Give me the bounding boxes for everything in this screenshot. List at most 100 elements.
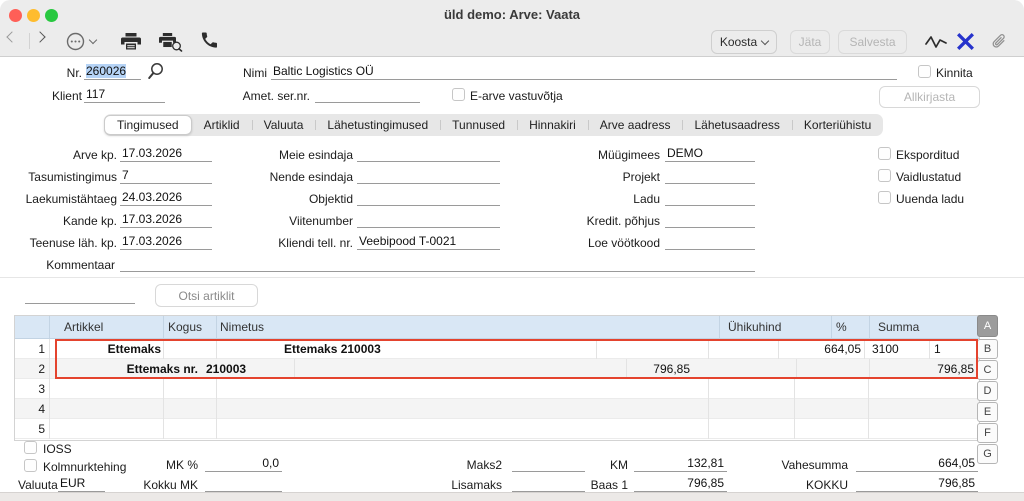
flip-tab-f[interactable]: F: [977, 423, 998, 443]
tab-lahetusaadress[interactable]: Lähetusaadress: [682, 115, 791, 135]
flip-tab-e[interactable]: E: [977, 402, 998, 422]
kommentaar-input[interactable]: [120, 256, 755, 272]
nav-back-button[interactable]: [8, 33, 16, 41]
article-search-input[interactable]: [25, 288, 135, 304]
flip-tab-b[interactable]: B: [977, 339, 998, 359]
tab-tingimused[interactable]: Tingimused: [104, 115, 192, 135]
projekt-label: Projekt: [540, 170, 660, 184]
arve-kp-input[interactable]: 17.03.2026: [120, 146, 212, 162]
tab-hinnakiri[interactable]: Hinnakiri: [517, 115, 588, 135]
ladu-label: Ladu: [540, 192, 660, 206]
salvesta-button[interactable]: Salvesta: [838, 30, 907, 54]
tasumistingimus-input[interactable]: 7: [120, 168, 212, 184]
tab-arve-aadress[interactable]: Arve aadress: [588, 115, 683, 135]
objektid-input[interactable]: [357, 190, 500, 206]
cell-percent[interactable]: 3100: [872, 339, 899, 359]
otsi-artiklit-button[interactable]: Otsi artiklit: [155, 284, 258, 307]
ioss-checkbox[interactable]: [24, 441, 37, 454]
flip-tab-g[interactable]: G: [977, 444, 998, 464]
amet-sernr-input[interactable]: [315, 87, 420, 103]
ioss-label: IOSS: [43, 442, 72, 456]
flip-tab-d[interactable]: D: [977, 381, 998, 401]
teenuse-lah-kp-input[interactable]: 17.03.2026: [120, 234, 212, 250]
table-row[interactable]: 4: [15, 399, 979, 419]
window-chrome: üld demo: Arve: Vaata: [0, 0, 1024, 57]
maks2-label: Maks2: [440, 458, 502, 472]
col-artikkel[interactable]: Artikkel: [64, 320, 103, 334]
table-row[interactable]: 3: [15, 379, 979, 399]
kliendi-tell-nr-input[interactable]: Veebipood T-0021: [357, 234, 500, 250]
cell-ettemaks-nr-value[interactable]: 210003: [206, 359, 246, 379]
tab-korteriuhistu[interactable]: Korteriühistu: [792, 115, 883, 135]
flip-tab-a[interactable]: A: [977, 315, 998, 337]
cell-uhikuhind[interactable]: 664,05: [761, 339, 861, 359]
allkirjasta-button[interactable]: Allkirjasta: [879, 86, 980, 108]
vaidlustatud-checkbox[interactable]: [878, 169, 891, 182]
koosta-button[interactable]: Koosta: [711, 30, 777, 54]
cell-artikkel[interactable]: Ettemaks: [61, 339, 161, 359]
col-uhikuhind[interactable]: Ühikuhind: [728, 320, 781, 334]
tab-lahetustingimused[interactable]: Lähetustingimused: [315, 115, 440, 135]
row-number[interactable]: 2: [15, 359, 45, 379]
meie-esindaja-input[interactable]: [357, 146, 500, 162]
uuenda-ladu-checkbox[interactable]: [878, 191, 891, 204]
flip-tab-c[interactable]: C: [977, 360, 998, 380]
laekumistahtaeg-input[interactable]: 24.03.2026: [120, 190, 212, 206]
earve-checkbox[interactable]: [452, 88, 465, 101]
klient-input[interactable]: 117: [84, 87, 165, 103]
kinnita-checkbox[interactable]: [918, 65, 931, 78]
nav-forward-button[interactable]: [36, 33, 44, 41]
projekt-input[interactable]: [665, 168, 755, 184]
muugimees-input[interactable]: DEMO: [665, 146, 755, 162]
row-number[interactable]: 4: [15, 399, 45, 419]
cell-sum-mid[interactable]: 796,85: [590, 359, 690, 379]
nende-esindaja-label: Nende esindaja: [230, 170, 353, 184]
vahesumma-label: Vahesumma: [758, 458, 848, 472]
loe-vootkood-input[interactable]: [665, 234, 755, 250]
print-preview-button[interactable]: [159, 33, 183, 52]
col-summa[interactable]: Summa: [878, 320, 919, 334]
print-button[interactable]: [121, 33, 141, 50]
klient-label: Klient: [22, 89, 82, 103]
table-header: Artikkel Kogus Nimetus Ühikuhind % Summa: [15, 316, 979, 339]
jata-button[interactable]: Jäta: [790, 30, 830, 54]
more-actions-button[interactable]: [66, 32, 96, 51]
kolmnurktehing-checkbox[interactable]: [24, 459, 37, 472]
kredit-pohjus-input[interactable]: [665, 212, 755, 228]
cell-nimetus[interactable]: Ettemaks 210003: [284, 339, 381, 359]
attachment-button[interactable]: [990, 32, 1008, 50]
viitenumber-input[interactable]: [357, 212, 500, 228]
table-row[interactable]: 1 Ettemaks Ettemaks 210003 664,05 3100 1: [15, 339, 979, 359]
col-nimetus[interactable]: Nimetus: [220, 320, 264, 334]
nende-esindaja-input[interactable]: [357, 168, 500, 184]
nimi-input[interactable]: Baltic Logistics OÜ: [271, 64, 897, 80]
table-row[interactable]: 2 Ettemaks nr. 210003 796,85 796,85: [15, 359, 979, 379]
col-percent[interactable]: %: [836, 320, 847, 334]
tab-valuuta[interactable]: Valuuta: [252, 115, 316, 135]
nr-input[interactable]: 260026: [84, 64, 141, 80]
kande-kp-input[interactable]: 17.03.2026: [120, 212, 212, 228]
baas1-label: Baas 1: [568, 478, 628, 492]
row-number[interactable]: 1: [15, 339, 45, 359]
row-number[interactable]: 5: [15, 419, 45, 439]
call-button[interactable]: [200, 31, 218, 49]
table-row[interactable]: 5: [15, 419, 979, 439]
laekumistahtaeg-label: Laekumistähtaeg: [10, 192, 117, 206]
cell-ettemaks-nr-label[interactable]: Ettemaks nr.: [98, 359, 198, 379]
amet-sernr-label: Amet. ser.nr.: [200, 89, 310, 103]
valuuta-input[interactable]: EUR: [58, 476, 105, 492]
activity-button[interactable]: [925, 35, 947, 49]
tab-artiklid[interactable]: Artiklid: [192, 115, 252, 135]
eksporditud-checkbox[interactable]: [878, 147, 891, 160]
ladu-input[interactable]: [665, 190, 755, 206]
nr-label: Nr.: [22, 66, 82, 80]
row-number[interactable]: 3: [15, 379, 45, 399]
mk-input[interactable]: 0,0: [205, 456, 282, 472]
tab-tunnused[interactable]: Tunnused: [440, 115, 517, 135]
col-kogus[interactable]: Kogus: [168, 320, 202, 334]
cell-summa[interactable]: 1: [934, 339, 941, 359]
kokku-mk-input[interactable]: [205, 476, 282, 492]
link-button[interactable]: [957, 33, 974, 50]
cell-summa[interactable]: 796,85: [874, 359, 974, 379]
paste-special-button[interactable]: [146, 62, 165, 81]
